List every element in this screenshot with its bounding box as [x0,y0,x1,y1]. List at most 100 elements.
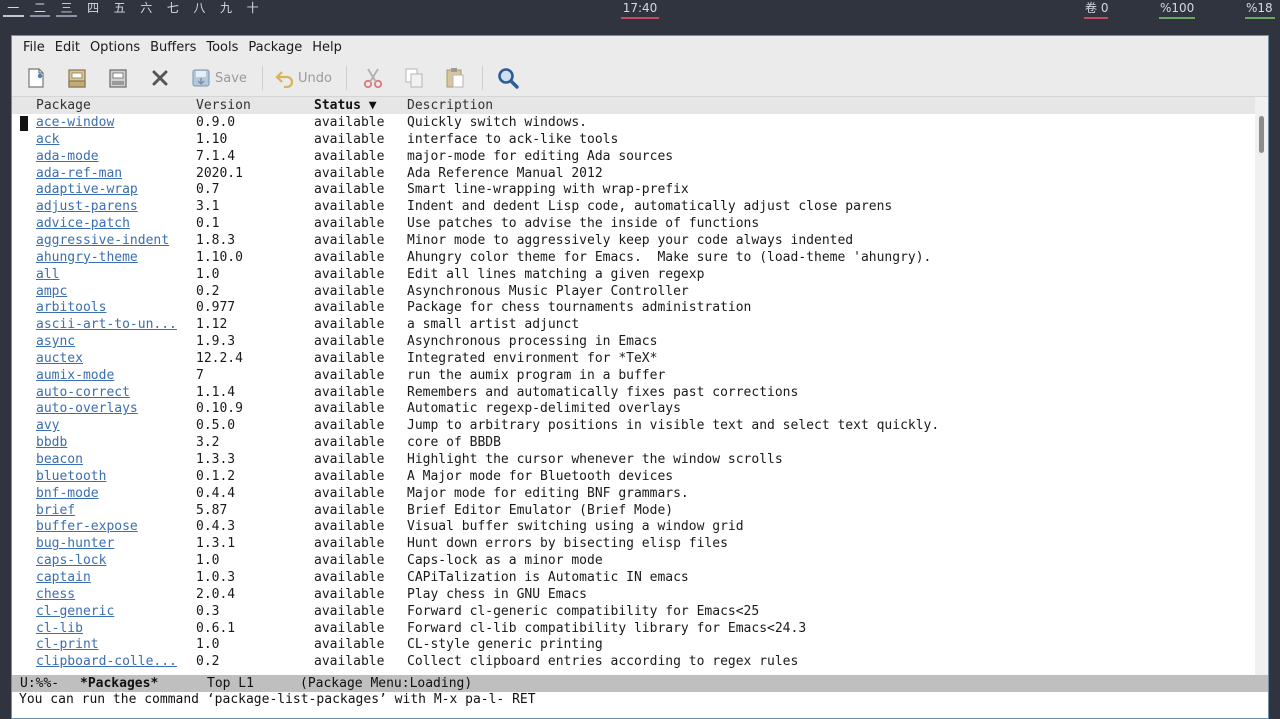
package-name-link[interactable]: chess [36,586,75,603]
package-name-link[interactable]: async [36,333,75,350]
table-row[interactable]: aggressive-indent 1.8.3 available Minor mod… [12,232,1255,249]
table-row[interactable]: buffer-expose 0.4.3 available Visual buffer… [12,518,1255,535]
table-row[interactable]: bug-hunter 1.3.1 available Hunt down errors… [12,535,1255,552]
package-name-link[interactable]: all [36,266,59,283]
save-button[interactable]: Save [191,65,247,91]
package-name-link[interactable]: arbitools [36,299,106,316]
package-name-link[interactable]: avy [36,417,59,434]
column-header-description[interactable]: Description [407,97,493,114]
package-name-link[interactable]: brief [36,502,75,519]
table-row[interactable]: bbdb 3.2 available core of BBDB [12,434,1255,451]
copy-button[interactable] [402,65,426,91]
workspace-1[interactable]: 一 [0,0,27,22]
package-name-link[interactable]: buffer-expose [36,518,138,535]
new-file-button[interactable] [24,65,48,91]
column-header-version[interactable]: Version [196,97,251,114]
package-name-link[interactable]: auctex [36,350,83,367]
table-row[interactable]: adaptive-wrap 0.7 available Smart line-wrap… [12,181,1255,198]
workspace-8[interactable]: 八 [186,0,213,22]
table-row[interactable]: aumix-mode 7 available run the aumix progra… [12,367,1255,384]
menu-options[interactable]: Options [85,36,145,59]
table-row[interactable]: ascii-art-to-un... 1.12 available a small a… [12,316,1255,333]
table-row[interactable]: cl-print 1.0 available CL-style generic pri… [12,636,1255,653]
package-name-link[interactable]: ahungry-theme [36,249,138,266]
workspace-5[interactable]: 五 [106,0,133,22]
package-name-link[interactable]: adaptive-wrap [36,181,138,198]
menu-edit[interactable]: Edit [50,36,85,59]
package-name-link[interactable]: cl-print [36,636,99,653]
table-row[interactable]: bluetooth 0.1.2 available A Major mode for … [12,468,1255,485]
modeline-major-mode[interactable]: (Package Menu:Loading) [300,675,472,692]
table-row[interactable]: ahungry-theme 1.10.0 available Ahungry colo… [12,249,1255,266]
package-name-link[interactable]: captain [36,569,91,586]
vertical-scrollbar[interactable] [1255,97,1268,675]
table-row[interactable]: ada-ref-man 2020.1 available Ada Reference … [12,165,1255,182]
workspace-3[interactable]: 三 [53,0,80,22]
menu-tools[interactable]: Tools [201,36,243,59]
workspace-2[interactable]: 二 [27,0,54,22]
package-name-link[interactable]: ada-mode [36,148,99,165]
package-name-link[interactable]: ace-window [36,114,114,131]
menu-help[interactable]: Help [307,36,347,59]
column-header-package[interactable]: Package [36,97,91,114]
tray-volume[interactable]: 卷 0 [1085,0,1108,16]
package-name-link[interactable]: ampc [36,283,67,300]
table-row[interactable]: cl-lib 0.6.1 available Forward cl-lib compa… [12,620,1255,637]
menu-package[interactable]: Package [243,36,307,59]
tray-cpu[interactable]: %18 [1246,0,1273,16]
package-name-link[interactable]: auto-correct [36,384,130,401]
tray-battery[interactable]: %100 [1160,0,1194,16]
scrollbar-thumb[interactable] [1259,116,1264,153]
menu-buffers[interactable]: Buffers [145,36,201,59]
table-row[interactable]: ace-window 0.9.0 available Quickly switch w… [12,114,1255,131]
table-row[interactable]: ada-mode 7.1.4 available major-mode for edi… [12,148,1255,165]
table-row[interactable]: async 1.9.3 available Asynchronous processi… [12,333,1255,350]
table-row[interactable]: auctex 12.2.4 available Integrated environm… [12,350,1255,367]
package-name-link[interactable]: aggressive-indent [36,232,169,249]
modeline-buffer-name[interactable]: *Packages* [80,675,158,692]
menu-file[interactable]: File [18,36,50,59]
table-row[interactable]: all 1.0 available Edit all lines matching a… [12,266,1255,283]
open-file-button[interactable] [65,65,89,91]
table-row[interactable]: ampc 0.2 available Asynchronous Music Playe… [12,283,1255,300]
package-name-link[interactable]: bnf-mode [36,485,99,502]
package-name-link[interactable]: cl-generic [36,603,114,620]
package-name-link[interactable]: advice-patch [36,215,130,232]
undo-button[interactable]: Undo [274,65,332,91]
table-row[interactable]: beacon 1.3.3 available Highlight the cursor… [12,451,1255,468]
package-name-link[interactable]: ack [36,131,59,148]
table-row[interactable]: avy 0.5.0 available Jump to arbitrary posit… [12,417,1255,434]
workspace-7[interactable]: 七 [160,0,187,22]
open-directory-button[interactable] [106,65,130,91]
workspace-10[interactable]: 十 [239,0,266,22]
table-row[interactable]: ack 1.10 available interface to ack-like to… [12,131,1255,148]
paste-button[interactable] [443,65,467,91]
table-row[interactable]: auto-overlays 0.10.9 available Automatic re… [12,400,1255,417]
table-row[interactable]: cl-generic 0.3 available Forward cl-generic… [12,603,1255,620]
workspace-6[interactable]: 六 [133,0,160,22]
package-name-link[interactable]: auto-overlays [36,400,138,417]
search-button[interactable] [496,65,520,91]
package-name-link[interactable]: bug-hunter [36,535,114,552]
cut-button[interactable] [361,65,385,91]
package-name-link[interactable]: bluetooth [36,468,106,485]
table-row[interactable]: adjust-parens 3.1 available Indent and dede… [12,198,1255,215]
package-name-link[interactable]: adjust-parens [36,198,138,215]
column-header-status[interactable]: Status ▼ [314,97,377,114]
package-name-link[interactable]: clipboard-colle... [36,653,177,670]
workspace-4[interactable]: 四 [80,0,107,22]
table-row[interactable]: auto-correct 1.1.4 available Remembers and … [12,384,1255,401]
table-row[interactable]: caps-lock 1.0 available Caps-lock as a mino… [12,552,1255,569]
package-name-link[interactable]: ascii-art-to-un... [36,316,177,333]
package-name-link[interactable]: beacon [36,451,83,468]
table-row[interactable]: brief 5.87 available Brief Editor Emulator … [12,502,1255,519]
table-row[interactable]: arbitools 0.977 available Package for chess… [12,299,1255,316]
package-name-link[interactable]: aumix-mode [36,367,114,384]
package-name-link[interactable]: caps-lock [36,552,106,569]
workspace-9[interactable]: 九 [213,0,240,22]
package-name-link[interactable]: bbdb [36,434,67,451]
table-row[interactable]: chess 2.0.4 available Play chess in GNU Ema… [12,586,1255,603]
kill-buffer-button[interactable] [148,65,172,91]
table-row[interactable]: bnf-mode 0.4.4 available Major mode for edi… [12,485,1255,502]
table-row[interactable]: captain 1.0.3 available CAPiTalization is A… [12,569,1255,586]
